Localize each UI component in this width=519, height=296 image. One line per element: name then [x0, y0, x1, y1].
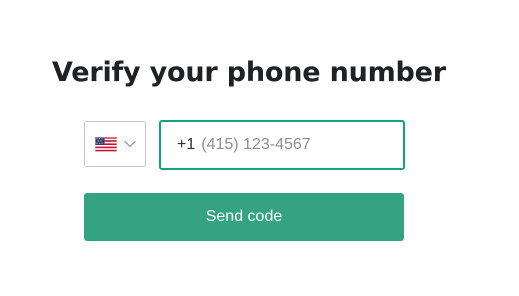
send-code-button[interactable]: Send code [84, 193, 404, 241]
phone-number-input[interactable] [201, 136, 402, 154]
chevron-down-icon [124, 140, 136, 148]
country-code-select[interactable] [84, 121, 146, 167]
dial-code-prefix: +1 [177, 136, 196, 153]
phone-number-field[interactable]: +1 [159, 120, 405, 170]
page-title: Verify your phone number [52, 57, 446, 88]
us-flag-icon [95, 136, 117, 152]
